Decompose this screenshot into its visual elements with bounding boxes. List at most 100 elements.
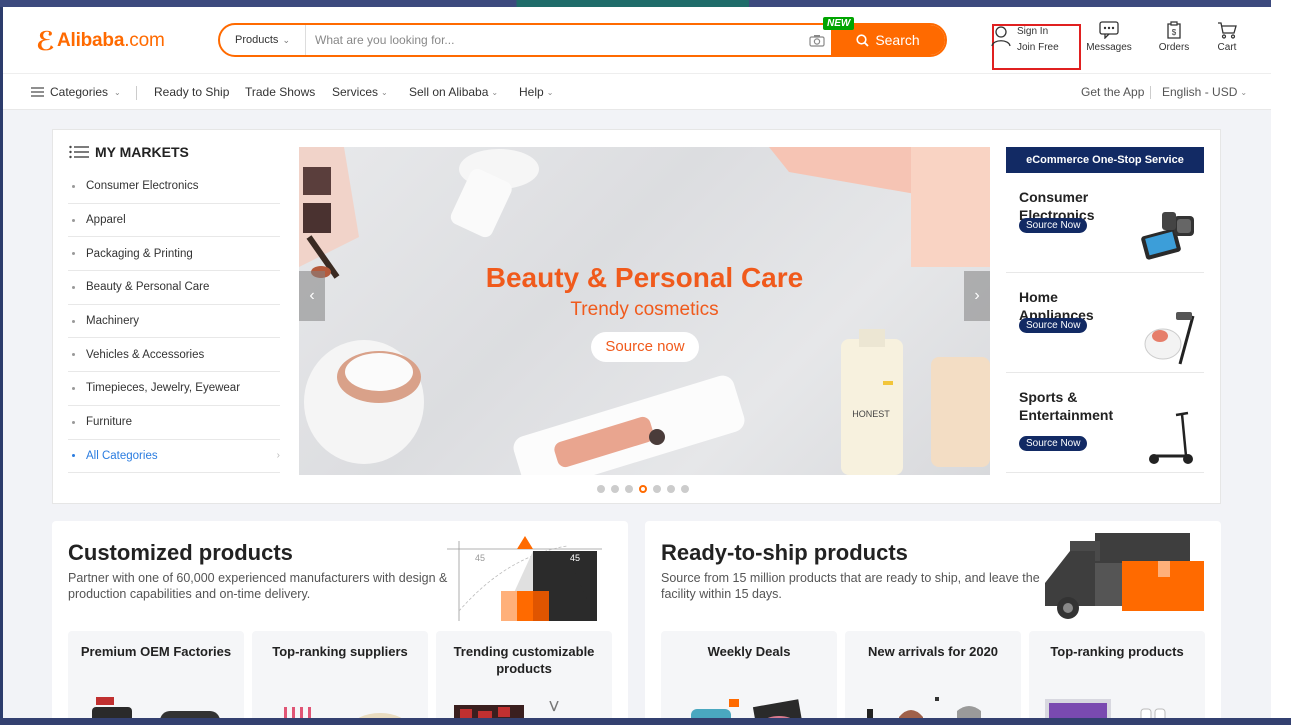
cart-button[interactable]: Cart bbox=[1202, 21, 1252, 53]
weekly-deals-tile[interactable]: Weekly Deals bbox=[661, 631, 837, 718]
messages-button[interactable]: Messages bbox=[1084, 21, 1134, 53]
banner-source-now-button[interactable]: Source now bbox=[591, 332, 699, 362]
ecommerce-item[interactable]: Sports & Entertainment Source Now bbox=[1006, 373, 1204, 473]
bullet bbox=[72, 285, 75, 289]
customized-desc: Partner with one of 60,000 experienced m… bbox=[68, 571, 448, 601]
trending-customizable-tile[interactable]: Trending customizable products bbox=[436, 631, 612, 718]
carousel-dot[interactable] bbox=[611, 485, 619, 493]
carousel-dots bbox=[597, 485, 689, 493]
weekly-deals-image bbox=[691, 699, 804, 718]
nav-divider bbox=[1150, 86, 1151, 99]
search-input[interactable] bbox=[306, 25, 803, 55]
message-icon bbox=[1099, 21, 1119, 39]
search-category-select[interactable]: Products ⌄ bbox=[220, 25, 306, 55]
carousel-dot[interactable] bbox=[653, 485, 661, 493]
hero-banner[interactable]: HONEST Beauty & Personal Care Trendy cos… bbox=[299, 147, 990, 475]
nav-divider bbox=[136, 86, 137, 100]
market-item[interactable]: Furniture bbox=[68, 406, 280, 440]
bullet bbox=[72, 386, 75, 390]
new-arrivals-tile[interactable]: New arrivals for 2020 bbox=[845, 631, 1021, 718]
bullet bbox=[72, 252, 75, 256]
top-ranking-products-tile[interactable]: Top-ranking products bbox=[1029, 631, 1205, 718]
my-markets-label: MY MARKETS bbox=[95, 144, 189, 160]
alibaba-logo-icon: ℰ bbox=[36, 26, 55, 56]
nav-sell-on-alibaba[interactable]: Sell on Alibaba ⌄ bbox=[409, 85, 498, 99]
top-ranking-suppliers-tile[interactable]: Top-ranking suppliers bbox=[252, 631, 428, 718]
chevron-right-icon: › bbox=[276, 450, 280, 462]
tile-title: Weekly Deals bbox=[707, 644, 791, 659]
market-item[interactable]: Apparel bbox=[68, 204, 280, 238]
banner-prev-arrow-icon[interactable]: ‹ bbox=[299, 271, 325, 321]
delivery-truck-illustration bbox=[1045, 533, 1204, 619]
market-item[interactable]: Beauty & Personal Care bbox=[68, 271, 280, 305]
product-label: HONEST bbox=[852, 409, 890, 419]
electronics-image bbox=[1141, 212, 1194, 260]
new-badge: NEW bbox=[823, 17, 855, 30]
market-item[interactable]: Machinery bbox=[68, 305, 280, 339]
page: ℰ Alibaba.com Products ⌄ Search NEW Sign… bbox=[3, 7, 1271, 718]
nav-categories[interactable]: Categories ⌄ bbox=[31, 85, 121, 99]
carousel-dot[interactable] bbox=[681, 485, 689, 493]
ecommerce-item[interactable]: Consumer Electronics Source Now bbox=[1006, 173, 1204, 273]
chevron-down-icon: ⌄ bbox=[381, 87, 388, 97]
bullet bbox=[72, 184, 75, 188]
nav-services[interactable]: Services ⌄ bbox=[332, 85, 388, 99]
search-category-label: Products bbox=[235, 34, 279, 46]
language-currency-select[interactable]: English - USD ⌄ bbox=[1162, 85, 1247, 99]
market-item[interactable]: Consumer Electronics bbox=[68, 170, 280, 204]
account-menu[interactable]: Sign In Join Free bbox=[990, 24, 1059, 56]
list-icon bbox=[69, 145, 89, 159]
carousel-dot[interactable] bbox=[597, 485, 605, 493]
tile-title: Top-ranking suppliers bbox=[272, 644, 408, 659]
nav-help[interactable]: Help ⌄ bbox=[519, 85, 553, 99]
all-categories-link[interactable]: All Categories › bbox=[68, 440, 280, 474]
account-links: Sign In Join Free bbox=[1017, 24, 1059, 56]
bullet bbox=[72, 218, 75, 222]
carousel-dot[interactable] bbox=[667, 485, 675, 493]
customized-products-card: Customized products Partner with one of … bbox=[52, 521, 628, 718]
market-item[interactable]: Vehicles & Accessories bbox=[68, 338, 280, 373]
ready-title[interactable]: Ready-to-ship products bbox=[661, 540, 908, 566]
ecommerce-item[interactable]: Home Appliances Source Now bbox=[1006, 273, 1204, 373]
source-now-button[interactable]: Source Now bbox=[1019, 318, 1088, 333]
main-nav: Categories ⌄ Ready to Ship Trade Shows S… bbox=[3, 73, 1271, 110]
custom-products-illustration: 45 45 bbox=[447, 536, 602, 621]
market-item[interactable]: Timepieces, Jewelry, Eyewear bbox=[68, 372, 280, 406]
source-now-button[interactable]: Source Now bbox=[1019, 436, 1088, 451]
market-item-label: Timepieces, Jewelry, Eyewear bbox=[86, 382, 241, 395]
market-item-label: Beauty & Personal Care bbox=[86, 281, 210, 294]
all-categories-label: All Categories bbox=[86, 449, 158, 462]
join-free-link[interactable]: Join Free bbox=[1017, 40, 1059, 56]
nav-categories-label: Categories bbox=[50, 85, 109, 99]
cart-icon bbox=[1218, 22, 1237, 39]
carousel-dot-active[interactable] bbox=[639, 485, 647, 493]
ecommerce-service-panel: eCommerce One-Stop Service Consumer Elec… bbox=[1006, 147, 1204, 475]
market-item-label: Furniture bbox=[86, 416, 133, 429]
premium-oem-factories-tile[interactable]: Premium OEM Factories bbox=[68, 631, 244, 718]
angle-label: 45 bbox=[570, 553, 580, 563]
ecommerce-title: eCommerce One-Stop Service bbox=[1006, 147, 1204, 173]
customized-title[interactable]: Customized products bbox=[68, 540, 293, 566]
bullet bbox=[72, 420, 75, 424]
window-right-margin bbox=[1271, 0, 1291, 725]
nav-get-the-app[interactable]: Get the App bbox=[1081, 85, 1144, 99]
window-bottom-strip bbox=[0, 718, 1291, 725]
cart-label: Cart bbox=[1217, 42, 1237, 53]
orders-button[interactable]: $ Orders bbox=[1149, 21, 1199, 53]
search-icon bbox=[856, 33, 869, 47]
nav-trade-shows[interactable]: Trade Shows bbox=[245, 85, 315, 99]
orders-icon: $ bbox=[1167, 21, 1181, 39]
carousel-dot[interactable] bbox=[625, 485, 633, 493]
top-products-image bbox=[1045, 699, 1166, 718]
bullet bbox=[72, 319, 75, 323]
chevron-down-icon: ⌄ bbox=[546, 87, 554, 97]
alibaba-logo[interactable]: ℰ Alibaba.com bbox=[36, 27, 165, 55]
market-item[interactable]: Packaging & Printing bbox=[68, 237, 280, 272]
sign-in-link[interactable]: Sign In bbox=[1017, 24, 1059, 40]
language-currency-label: English - USD bbox=[1162, 85, 1238, 99]
header: ℰ Alibaba.com Products ⌄ Search NEW Sign… bbox=[3, 7, 1271, 73]
ready-desc: Source from 15 million products that are… bbox=[661, 571, 1040, 601]
source-now-button[interactable]: Source Now bbox=[1019, 218, 1088, 233]
nav-ready-to-ship[interactable]: Ready to Ship bbox=[154, 85, 229, 99]
banner-next-arrow-icon[interactable]: › bbox=[964, 271, 990, 321]
